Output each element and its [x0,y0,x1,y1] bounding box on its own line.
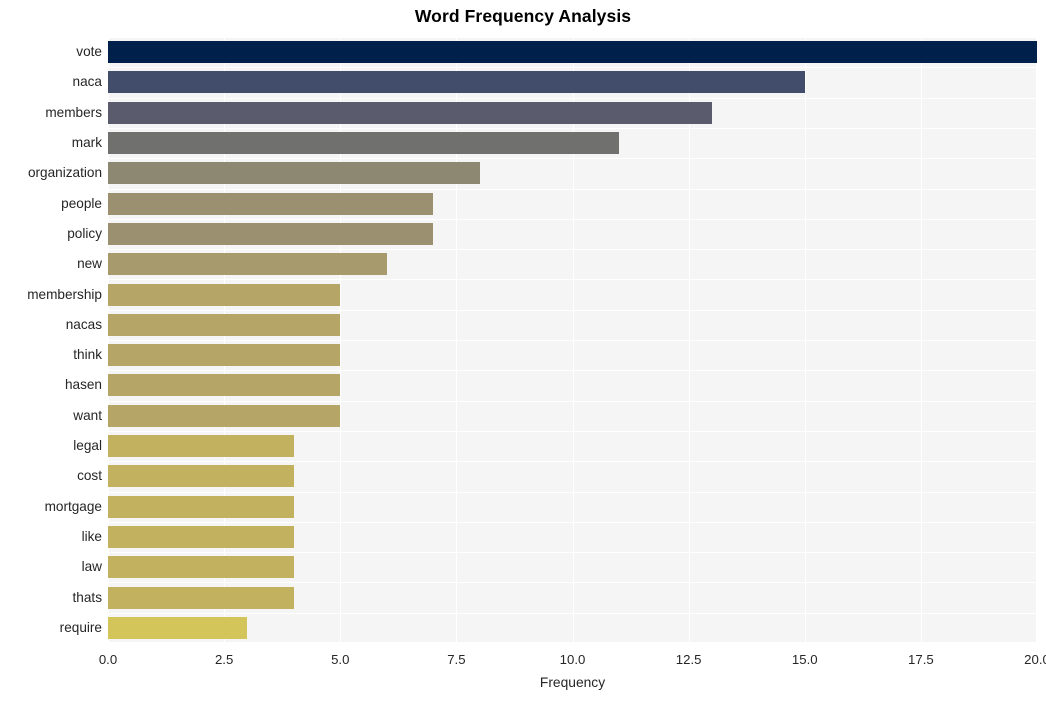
gridline-horizontal [108,552,1037,554]
gridline-horizontal [108,340,1037,341]
x-axis-tick-label: 0.0 [98,652,118,667]
bar[interactable] [108,41,1037,64]
y-axis-tick-label: require [59,619,102,635]
x-axis-tick-label: 20.0 [1024,652,1046,667]
y-axis-tick-label: cost [77,468,102,484]
bar[interactable] [108,313,341,336]
y-axis-tick-label: legal [73,438,102,454]
bar[interactable] [108,162,480,185]
y-axis-tick-label: law [81,559,102,575]
gridline-horizontal [108,37,1037,38]
x-axis-tick-label: 5.0 [331,652,350,667]
bar[interactable] [108,586,294,609]
y-axis-tick-label: mark [71,135,102,151]
y-axis-tick-label: like [81,528,102,544]
bar[interactable] [108,495,294,518]
bar[interactable] [108,71,805,94]
y-axis-tick-label: members [45,104,102,120]
x-axis-tick-labels: 0.0 2.5 5.0 7.5 10.0 12.5 15.0 17.5 20.0 [99,643,1046,673]
gridline-horizontal [108,127,1037,129]
x-axis-tick-label: 12.5 [675,652,702,667]
y-axis-tick-label: want [73,407,102,423]
bar[interactable] [108,374,341,397]
x-axis-tick-label: 10.0 [559,652,586,667]
bar[interactable] [108,283,341,306]
bar[interactable] [108,344,341,367]
y-axis-tick-label: organization [27,165,102,181]
plot-area [108,37,1037,643]
gridline-horizontal [108,279,1037,281]
y-axis-tick-label: membership [27,286,102,302]
bar[interactable] [108,192,434,215]
y-axis-tick-label: new [77,256,102,272]
x-axis-tick-label: 7.5 [447,652,466,667]
y-axis-tick-label: policy [67,225,102,241]
gridline-horizontal [108,491,1037,493]
gridline-horizontal [108,400,1037,402]
gridline-horizontal [108,309,1037,311]
gridline-horizontal [108,430,1037,432]
gridline-horizontal [108,370,1037,372]
gridline-horizontal [108,97,1037,99]
bar[interactable] [108,132,619,155]
bar[interactable] [108,404,341,427]
y-axis-tick-label: people [61,195,102,211]
y-axis-tick-label: think [73,347,102,363]
gridline-horizontal [108,521,1037,523]
y-axis-tick-label: mortgage [44,498,102,514]
bar[interactable] [108,222,434,245]
bar[interactable] [108,101,712,124]
x-axis-tick-label: 17.5 [908,652,934,667]
gridline-horizontal [108,188,1037,190]
x-axis-title: Frequency [539,675,606,690]
gridline-horizontal [108,249,1037,251]
bar[interactable] [108,465,294,488]
word-frequency-chart-figure: Word Frequency Analysis vote naca members m… [0,0,1046,701]
y-axis-tick-label: hasen [64,377,102,393]
bar[interactable] [108,435,294,458]
x-axis-tick-label: 2.5 [214,652,234,667]
bar[interactable] [108,525,294,548]
gridline-horizontal [108,612,1037,614]
y-axis-tick-labels: vote naca members mark organization people pol… [0,37,102,643]
gridline-horizontal [108,461,1037,463]
gridline-horizontal [108,582,1037,584]
gridline-horizontal [108,67,1037,69]
y-axis-tick-label: vote [76,44,102,60]
bar[interactable] [108,616,248,639]
chart-title: Word Frequency Analysis [414,6,632,26]
bar[interactable] [108,253,387,276]
y-axis-tick-label: nacas [65,316,102,332]
bar[interactable] [108,556,294,579]
y-axis-tick-label: thats [72,589,102,605]
y-axis-tick-label: naca [72,74,102,90]
x-axis-tick-label: 15.0 [791,652,818,667]
gridline-horizontal [108,158,1037,160]
gridline-horizontal [108,218,1037,220]
